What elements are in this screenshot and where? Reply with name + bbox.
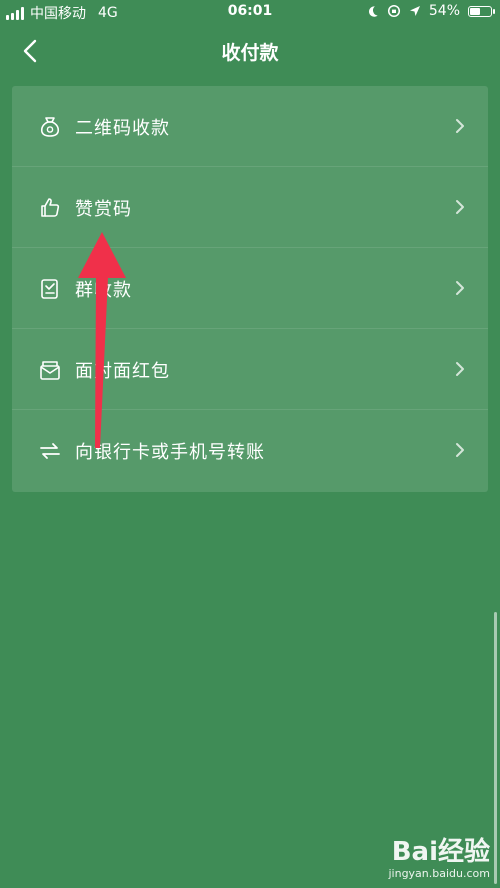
list-item-label: 二维码收款 — [75, 118, 170, 139]
transfer-arrows-icon — [40, 443, 60, 459]
list-item-label: 赞赏码 — [75, 199, 132, 220]
battery-percent: 54% — [428, 3, 460, 19]
nav-bar: 收付款 — [0, 26, 500, 74]
chevron-right-icon — [456, 119, 464, 133]
watermark: Bai经验 jingyan.baidu.com — [388, 838, 490, 880]
annotation-arrow-icon — [78, 232, 126, 448]
screen: 中国移动 4G 06:01 54% 收付款 二维码收款 赞赏码 面对面红包 向银… — [0, 0, 500, 888]
money-bag-icon — [40, 117, 60, 137]
scrollbar — [494, 612, 497, 884]
location-arrow-icon — [409, 5, 420, 16]
rotation-lock-icon — [387, 4, 400, 18]
status-bar: 中国移动 4G 06:01 54% — [0, 0, 500, 24]
watermark-url: jingyan.baidu.com — [388, 867, 490, 880]
thumbs-up-icon — [41, 198, 60, 217]
group-receipt-icon — [41, 279, 58, 299]
watermark-logo: Bai经验 — [388, 838, 490, 866]
page-title: 收付款 — [221, 42, 279, 64]
chevron-right-icon — [456, 200, 464, 214]
list-item-qr-receive[interactable]: 二维码收款 — [12, 86, 488, 167]
watermark-brand: Bai经验 — [391, 837, 490, 867]
chevron-right-icon — [456, 362, 464, 376]
chevron-right-icon — [456, 443, 464, 457]
moon-icon — [368, 5, 378, 17]
chevron-right-icon — [456, 281, 464, 295]
status-right: 54% — [366, 3, 495, 19]
red-packet-icon — [40, 361, 60, 380]
battery-icon — [468, 5, 495, 17]
